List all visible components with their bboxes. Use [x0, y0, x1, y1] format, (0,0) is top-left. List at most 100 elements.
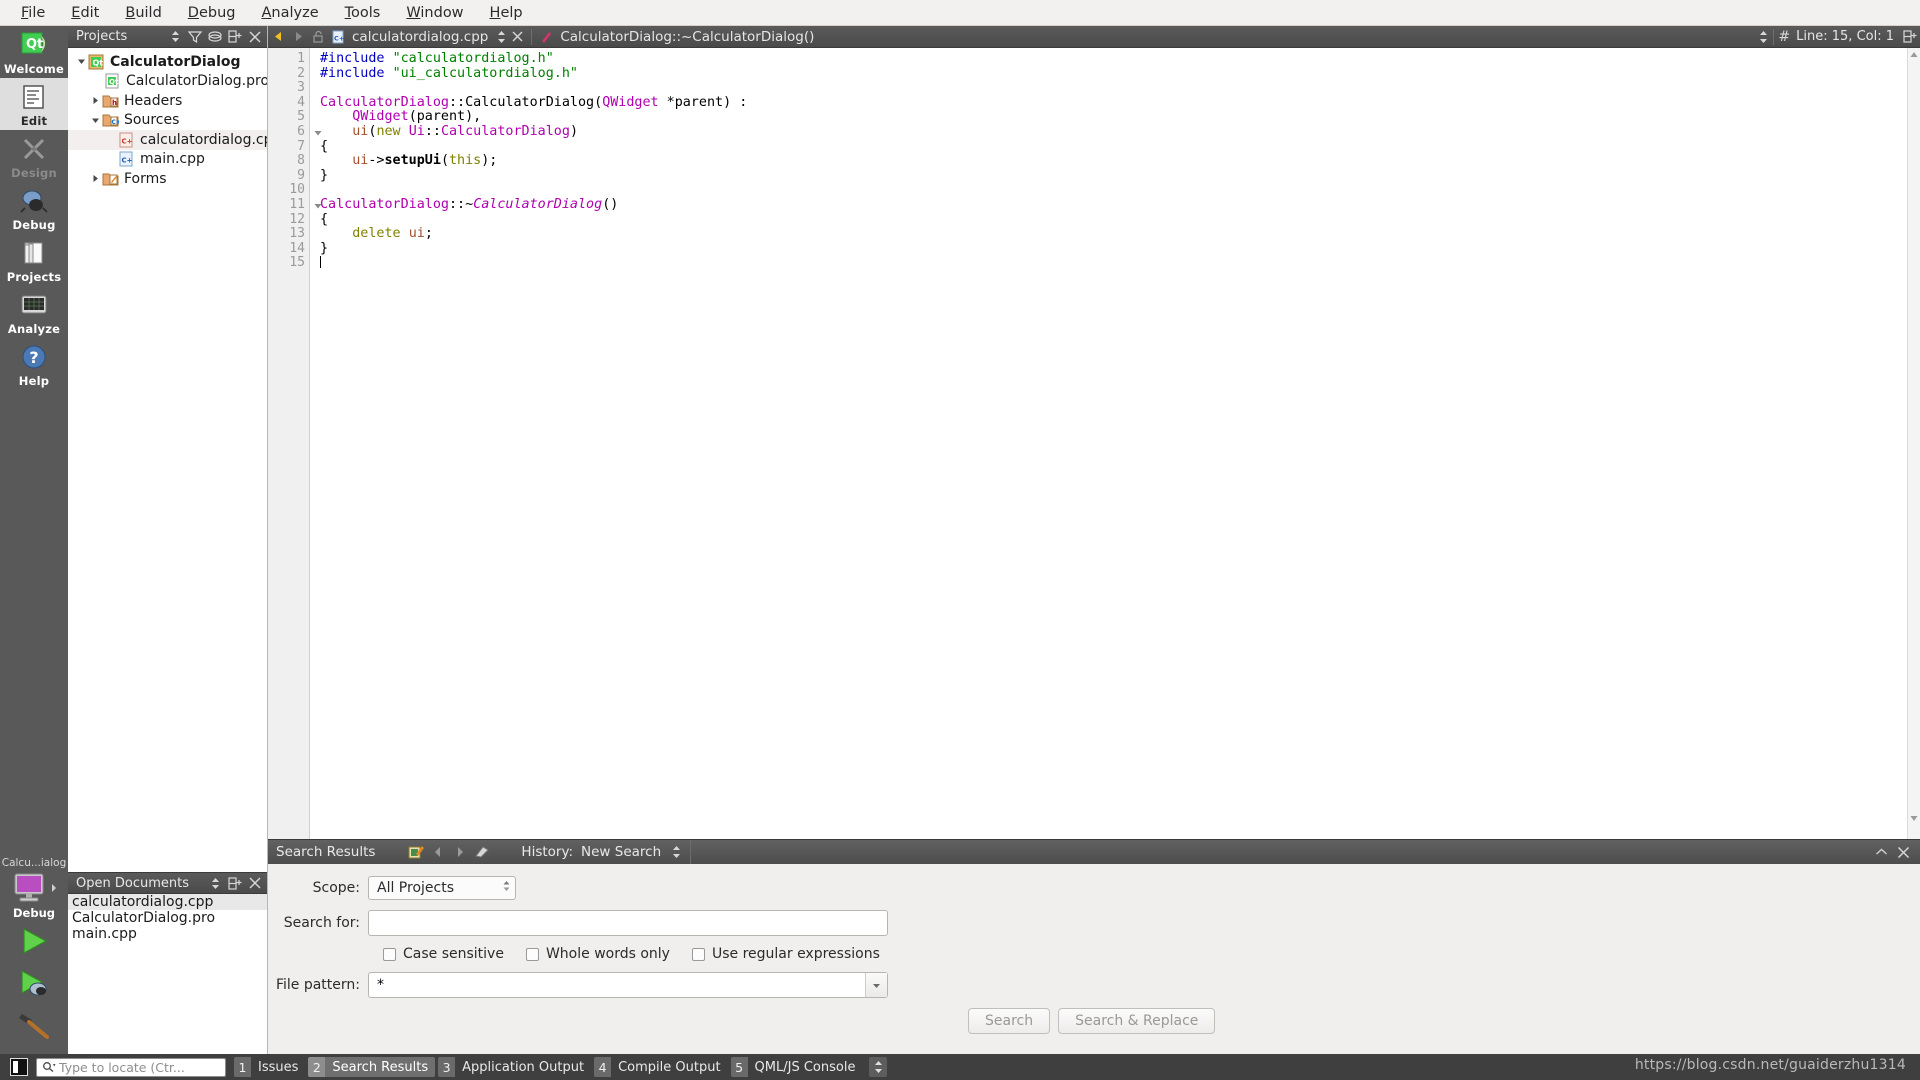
editor-vertical-scrollbar[interactable] [1907, 48, 1920, 839]
bug-icon [20, 190, 48, 213]
history-value[interactable]: New Search [581, 844, 661, 860]
chevron-down-icon[interactable] [88, 116, 102, 125]
line-number-12: 12 [289, 211, 305, 227]
output-tab-application-output[interactable]: 3 Application Output [438, 1057, 591, 1077]
projects-split-icon[interactable] [225, 27, 245, 47]
editor-split-button[interactable] [1900, 26, 1920, 48]
editor-filename[interactable]: calculatordialog.cpp [352, 29, 488, 45]
symbol-spin[interactable] [1758, 30, 1769, 44]
tree-item-sources[interactable]: C+ Sources [68, 111, 267, 131]
mode-button-design[interactable]: Design [0, 130, 68, 182]
output-tab-qml-js-console-label: QML/JS Console [754, 1059, 856, 1075]
open-documents-list: calculatordialog.cpp CalculatorDialog.pr… [68, 894, 267, 942]
build-button[interactable] [6, 1004, 62, 1046]
tree-item-main-cpp[interactable]: C+ main.cpp [68, 150, 267, 170]
open-documents-body[interactable]: calculatordialog.cpp CalculatorDialog.pr… [68, 894, 267, 1054]
open-documents-close-icon[interactable] [245, 873, 265, 893]
scroll-down-arrow-icon[interactable] [1908, 810, 1920, 826]
output-tab-qml-js-console[interactable]: 5 QML/JS Console [730, 1057, 863, 1077]
menu-analyze[interactable]: Analyze [248, 2, 331, 24]
run-config-selector[interactable] [10, 871, 58, 905]
mode-button-debug[interactable]: Debug [0, 182, 68, 234]
go-back-button[interactable] [268, 26, 288, 48]
scope-value: All Projects [377, 880, 454, 896]
file-pattern-dropdown-button[interactable] [865, 973, 887, 997]
chevron-up-icon [1875, 848, 1887, 855]
scroll-up-arrow-icon[interactable] [1908, 48, 1920, 61]
line-col-indicator[interactable]: Line: 15, Col: 1 [1796, 29, 1900, 44]
whole-words-checkbox[interactable] [525, 947, 539, 961]
output-tab-issues[interactable]: 1 Issues [234, 1057, 305, 1077]
editor-file-spin[interactable] [496, 30, 507, 44]
menu-build[interactable]: Build [112, 2, 174, 24]
new-search-button[interactable] [405, 840, 427, 864]
run-button[interactable] [6, 920, 62, 962]
mode-button-welcome[interactable]: Qt Welcome [0, 26, 68, 78]
mode-button-edit[interactable]: Edit [0, 78, 68, 130]
chevron-down-icon[interactable] [74, 57, 88, 66]
search-button[interactable]: Search [968, 1008, 1051, 1034]
menu-build-accel: B [125, 4, 136, 21]
mode-button-projects[interactable]: Projects [0, 234, 68, 286]
projects-close-icon[interactable] [245, 27, 265, 47]
prev-result-button[interactable] [427, 840, 449, 864]
hash-icon: # [1778, 28, 1791, 45]
tree-item-headers[interactable]: h Headers [68, 91, 267, 111]
code-line-9: } [320, 167, 329, 183]
code-line-8: ui->setupUi(this); [352, 153, 498, 169]
next-result-button[interactable] [449, 840, 471, 864]
chevron-right-icon[interactable] [88, 96, 102, 105]
chevron-right-icon[interactable] [88, 174, 102, 183]
tree-item-forms[interactable]: Forms [68, 169, 267, 189]
tree-item-calculatordialog-cpp[interactable]: C+ calculatordialog.cpp [68, 130, 267, 150]
output-pane-spin-button[interactable] [869, 1057, 888, 1077]
go-forward-button[interactable] [288, 26, 308, 48]
projects-tree-body[interactable]: Qt CalculatorDialog Qt CalculatorDialog.… [68, 48, 267, 872]
code-editor[interactable]: 1 2 3 4 5 6 7 8 9 10 11 12 13 14 15 #include "calculat… [268, 48, 1920, 839]
search-replace-button[interactable]: Search & Replace [1058, 1008, 1216, 1034]
menu-help[interactable]: Help [477, 2, 536, 24]
split-icon [228, 876, 242, 890]
tree-item-pro-file[interactable]: Qt CalculatorDialog.pro [68, 72, 267, 92]
output-tab-search-results[interactable]: 2 Search Results [308, 1057, 436, 1077]
clear-results-button[interactable] [471, 840, 493, 864]
menu-file[interactable]: File [8, 2, 58, 24]
sidebar-toggle-icon [13, 1061, 25, 1073]
history-spin[interactable] [671, 845, 682, 859]
mode-button-analyze[interactable]: Analyze [0, 286, 68, 338]
chevron-down-icon [873, 983, 880, 988]
close-pane-button[interactable] [1892, 840, 1914, 864]
list-item-open-doc-1[interactable]: CalculatorDialog.pro [68, 910, 267, 926]
toggle-sidebar-button[interactable] [10, 1058, 28, 1076]
open-documents-sort-icon[interactable] [205, 873, 225, 893]
file-pattern-combo[interactable]: * [368, 972, 888, 998]
lock-toggle-button[interactable] [308, 26, 328, 48]
case-sensitive-checkbox[interactable] [383, 947, 396, 961]
code-text-area[interactable]: #include "calculatordialog.h" #include "u… [310, 48, 1920, 839]
code-line-1: #include "calculatordialog.h" [320, 51, 554, 66]
minimize-pane-button[interactable] [1870, 840, 1892, 864]
list-item-open-doc-2[interactable]: main.cpp [68, 926, 267, 942]
projects-sort-icon[interactable] [165, 27, 185, 47]
run-controls: Calcu...ialog Debug [0, 857, 68, 1054]
regex-checkbox[interactable] [691, 947, 705, 961]
open-documents-split-icon[interactable] [225, 873, 245, 893]
menu-tools[interactable]: Tools [332, 2, 394, 24]
menu-edit[interactable]: Edit [58, 2, 112, 24]
symbol-selector[interactable]: CalculatorDialog::~CalculatorDialog() [560, 29, 814, 45]
projects-sync-icon[interactable] [205, 27, 225, 47]
arrow-back-icon [274, 32, 281, 41]
menu-debug[interactable]: Debug [175, 2, 249, 24]
list-item-open-doc-0[interactable]: calculatordialog.cpp [68, 894, 267, 910]
projects-filter-icon[interactable] [185, 27, 205, 47]
editor-close-button[interactable] [507, 26, 527, 48]
history-label: History: [521, 844, 574, 860]
output-tab-compile-output[interactable]: 4 Compile Output [594, 1057, 727, 1077]
menu-window[interactable]: Window [393, 2, 476, 24]
scope-select[interactable]: All Projects [368, 876, 516, 900]
start-debugging-button[interactable] [6, 962, 62, 1004]
search-input[interactable] [368, 910, 888, 936]
locator-input[interactable]: Type to locate (Ctr... [36, 1057, 226, 1077]
tree-item-project[interactable]: Qt CalculatorDialog [68, 52, 267, 72]
mode-button-help[interactable]: ? Help [0, 338, 68, 390]
